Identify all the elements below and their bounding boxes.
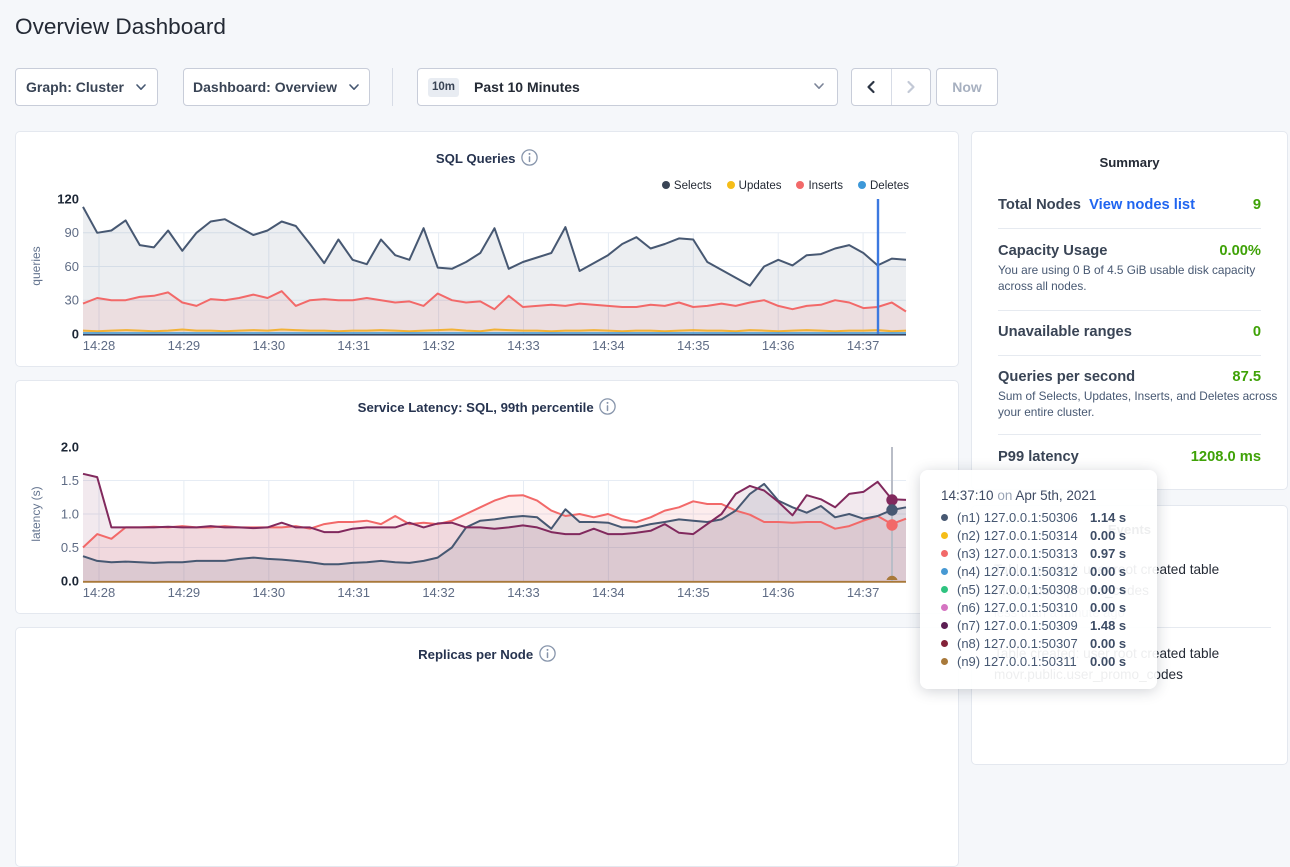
svg-text:14:37: 14:37: [847, 338, 880, 353]
svg-text:30: 30: [65, 293, 79, 308]
svg-text:queries: queries: [29, 246, 43, 285]
svg-text:14:36: 14:36: [762, 338, 795, 353]
svg-text:14:35: 14:35: [677, 338, 710, 353]
svg-text:1.5: 1.5: [61, 473, 79, 488]
svg-text:14:28: 14:28: [83, 585, 116, 600]
svg-text:14:29: 14:29: [168, 338, 201, 353]
svg-text:90: 90: [65, 225, 79, 240]
svg-text:120: 120: [57, 192, 79, 207]
svg-text:latency (s): latency (s): [29, 486, 43, 541]
svg-text:14:36: 14:36: [762, 585, 795, 600]
svg-text:14:34: 14:34: [592, 338, 625, 353]
svg-text:60: 60: [65, 259, 79, 274]
svg-text:2.0: 2.0: [61, 440, 79, 455]
svg-text:14:35: 14:35: [677, 585, 710, 600]
svg-text:0: 0: [72, 327, 79, 342]
svg-text:14:30: 14:30: [253, 585, 286, 600]
svg-text:0.0: 0.0: [61, 574, 79, 589]
svg-text:0.5: 0.5: [61, 540, 79, 555]
svg-text:14:34: 14:34: [592, 585, 625, 600]
svg-text:14:33: 14:33: [507, 585, 540, 600]
svg-text:1.0: 1.0: [61, 507, 79, 522]
svg-text:14:32: 14:32: [422, 338, 455, 353]
svg-text:14:31: 14:31: [337, 338, 370, 353]
svg-text:14:29: 14:29: [168, 585, 201, 600]
svg-text:14:30: 14:30: [253, 338, 286, 353]
svg-text:14:37: 14:37: [847, 585, 880, 600]
svg-text:14:32: 14:32: [422, 585, 455, 600]
svg-text:14:33: 14:33: [507, 338, 540, 353]
svg-text:14:31: 14:31: [337, 585, 370, 600]
svg-text:14:28: 14:28: [83, 338, 116, 353]
